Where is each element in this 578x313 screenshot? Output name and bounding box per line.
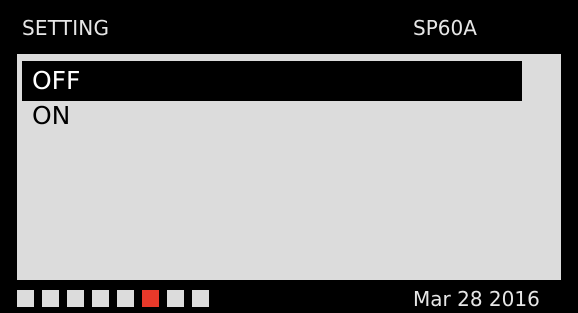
option-on[interactable]: ON — [22, 98, 522, 134]
page-dot-7 — [167, 290, 184, 307]
option-off[interactable]: OFF — [22, 61, 522, 101]
screen-title: SETTING — [22, 16, 110, 40]
page-dot-5 — [117, 290, 134, 307]
page-dot-8 — [192, 290, 209, 307]
option-on-label: ON — [32, 101, 71, 130]
page-dot-2 — [42, 290, 59, 307]
option-off-label: OFF — [32, 66, 81, 95]
device-model: SP60A — [413, 16, 477, 40]
page-dot-3 — [67, 290, 84, 307]
page-indicator — [17, 290, 209, 307]
footer-bar: Mar 28 2016 — [0, 284, 578, 313]
header-bar: SETTING SP60A — [0, 0, 578, 52]
options-panel: OFF ON — [17, 54, 561, 280]
footer-date: Mar 28 2016 — [413, 287, 540, 311]
page-dot-4 — [92, 290, 109, 307]
page-dot-6 — [142, 290, 159, 307]
page-dot-1 — [17, 290, 34, 307]
